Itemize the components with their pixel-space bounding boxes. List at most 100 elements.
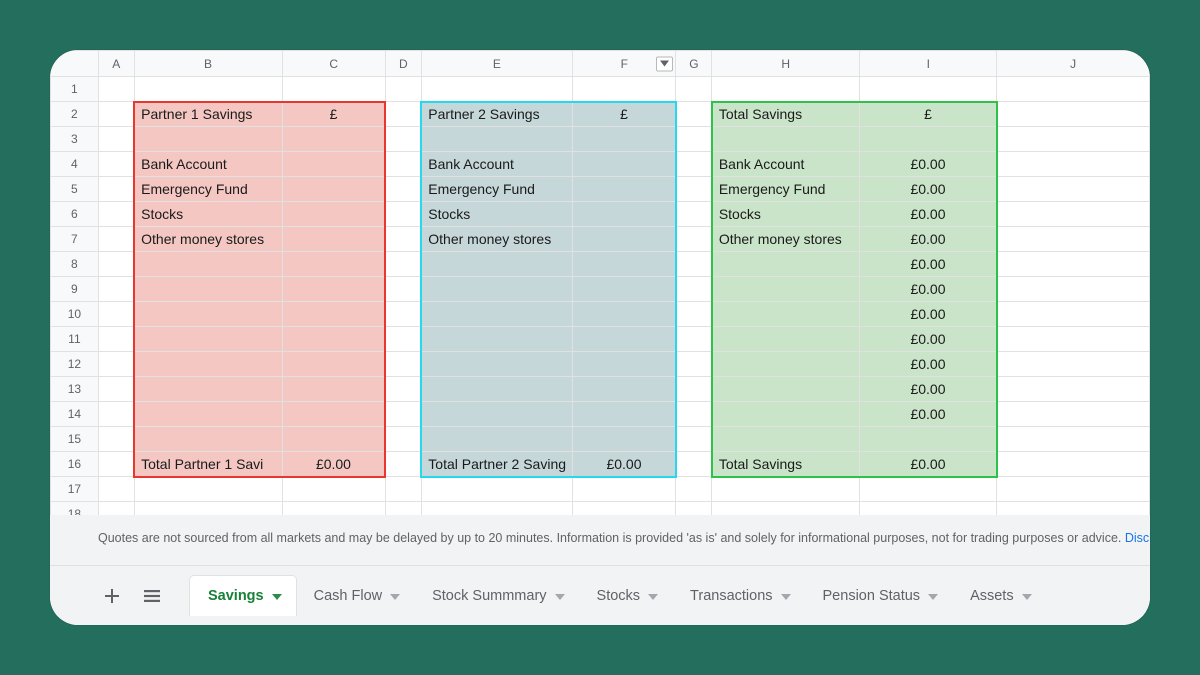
col-header-J[interactable]: J [997, 51, 1150, 77]
cell[interactable]: £0.00 [573, 452, 676, 477]
row-header[interactable]: 3 [51, 127, 99, 152]
cell[interactable]: Total Savings [712, 452, 860, 477]
cell[interactable] [573, 77, 676, 102]
cell[interactable] [676, 352, 712, 377]
cell[interactable] [676, 127, 712, 152]
cell[interactable]: Partner 2 Savings [421, 102, 572, 127]
cell[interactable] [997, 127, 1150, 152]
cell[interactable]: £0.00 [860, 177, 997, 202]
col-header-G[interactable]: G [676, 51, 712, 77]
cell[interactable] [676, 477, 712, 502]
row-header[interactable]: 1 [51, 77, 99, 102]
cell[interactable] [421, 277, 572, 302]
row-header[interactable]: 9 [51, 277, 99, 302]
cell[interactable] [712, 377, 860, 402]
cell[interactable] [385, 352, 421, 377]
sheet-tab-cash-flow[interactable]: Cash Flow [296, 576, 415, 616]
cell[interactable] [997, 352, 1150, 377]
add-sheet-button[interactable] [92, 577, 132, 615]
cell[interactable] [712, 427, 860, 452]
cell[interactable] [573, 227, 676, 252]
cell[interactable]: Stocks [712, 202, 860, 227]
cell[interactable] [98, 302, 134, 327]
cell[interactable]: £0.00 [860, 377, 997, 402]
cell[interactable] [421, 327, 572, 352]
cell[interactable] [997, 252, 1150, 277]
cell[interactable] [282, 502, 385, 516]
cell[interactable] [282, 302, 385, 327]
cell[interactable] [573, 477, 676, 502]
cell[interactable] [676, 102, 712, 127]
cell[interactable] [573, 177, 676, 202]
cell[interactable] [676, 252, 712, 277]
row-header[interactable]: 13 [51, 377, 99, 402]
cell[interactable]: £0.00 [860, 152, 997, 177]
col-header-D[interactable]: D [385, 51, 421, 77]
cell[interactable] [676, 177, 712, 202]
cell[interactable] [134, 302, 282, 327]
cell[interactable] [421, 352, 572, 377]
cell[interactable] [98, 77, 134, 102]
cell[interactable] [573, 327, 676, 352]
cell[interactable]: £ [860, 102, 997, 127]
cell[interactable]: Total Partner 1 Savi [134, 452, 282, 477]
row-header[interactable]: 6 [51, 202, 99, 227]
cell[interactable] [860, 77, 997, 102]
all-sheets-button[interactable] [132, 577, 172, 615]
cell[interactable]: Stocks [421, 202, 572, 227]
cell[interactable] [712, 327, 860, 352]
cell[interactable] [385, 152, 421, 177]
col-header-F[interactable]: F [573, 51, 676, 77]
cell[interactable] [676, 277, 712, 302]
cell[interactable] [385, 477, 421, 502]
cell[interactable] [997, 227, 1150, 252]
col-header-A[interactable]: A [98, 51, 134, 77]
cell[interactable] [385, 102, 421, 127]
cell[interactable] [98, 377, 134, 402]
cell[interactable] [134, 277, 282, 302]
cell[interactable] [421, 377, 572, 402]
cell[interactable] [676, 152, 712, 177]
cell[interactable]: £0.00 [860, 452, 997, 477]
cell[interactable]: Other money stores [134, 227, 282, 252]
cell[interactable] [134, 327, 282, 352]
cell[interactable] [421, 402, 572, 427]
cell[interactable] [98, 352, 134, 377]
cell[interactable] [421, 502, 572, 516]
cell[interactable] [98, 477, 134, 502]
row-header[interactable]: 15 [51, 427, 99, 452]
cell[interactable] [134, 127, 282, 152]
cell[interactable]: Bank Account [712, 152, 860, 177]
cell[interactable] [676, 327, 712, 352]
cell[interactable] [98, 277, 134, 302]
cell[interactable] [98, 327, 134, 352]
cell[interactable]: £0.00 [860, 227, 997, 252]
cell[interactable]: Emergency Fund [134, 177, 282, 202]
row-header[interactable]: 7 [51, 227, 99, 252]
cell[interactable] [997, 477, 1150, 502]
row-header[interactable]: 17 [51, 477, 99, 502]
cell[interactable] [98, 202, 134, 227]
cell[interactable] [385, 77, 421, 102]
cell[interactable]: Bank Account [134, 152, 282, 177]
cell[interactable] [282, 202, 385, 227]
cell[interactable] [98, 102, 134, 127]
cell[interactable] [282, 127, 385, 152]
cell[interactable] [997, 502, 1150, 516]
cell[interactable]: Bank Account [421, 152, 572, 177]
cell[interactable]: £0.00 [860, 302, 997, 327]
cell[interactable] [676, 302, 712, 327]
cell[interactable]: £0.00 [860, 277, 997, 302]
sheet-tab-assets[interactable]: Assets [952, 576, 1046, 616]
cell[interactable] [385, 427, 421, 452]
cell[interactable] [997, 402, 1150, 427]
cell[interactable] [385, 127, 421, 152]
cell[interactable] [98, 502, 134, 516]
cell[interactable] [573, 277, 676, 302]
cell[interactable] [134, 502, 282, 516]
cell[interactable] [134, 377, 282, 402]
row-header[interactable]: 10 [51, 302, 99, 327]
cell[interactable] [573, 152, 676, 177]
col-header-E[interactable]: E [421, 51, 572, 77]
cell[interactable] [421, 427, 572, 452]
